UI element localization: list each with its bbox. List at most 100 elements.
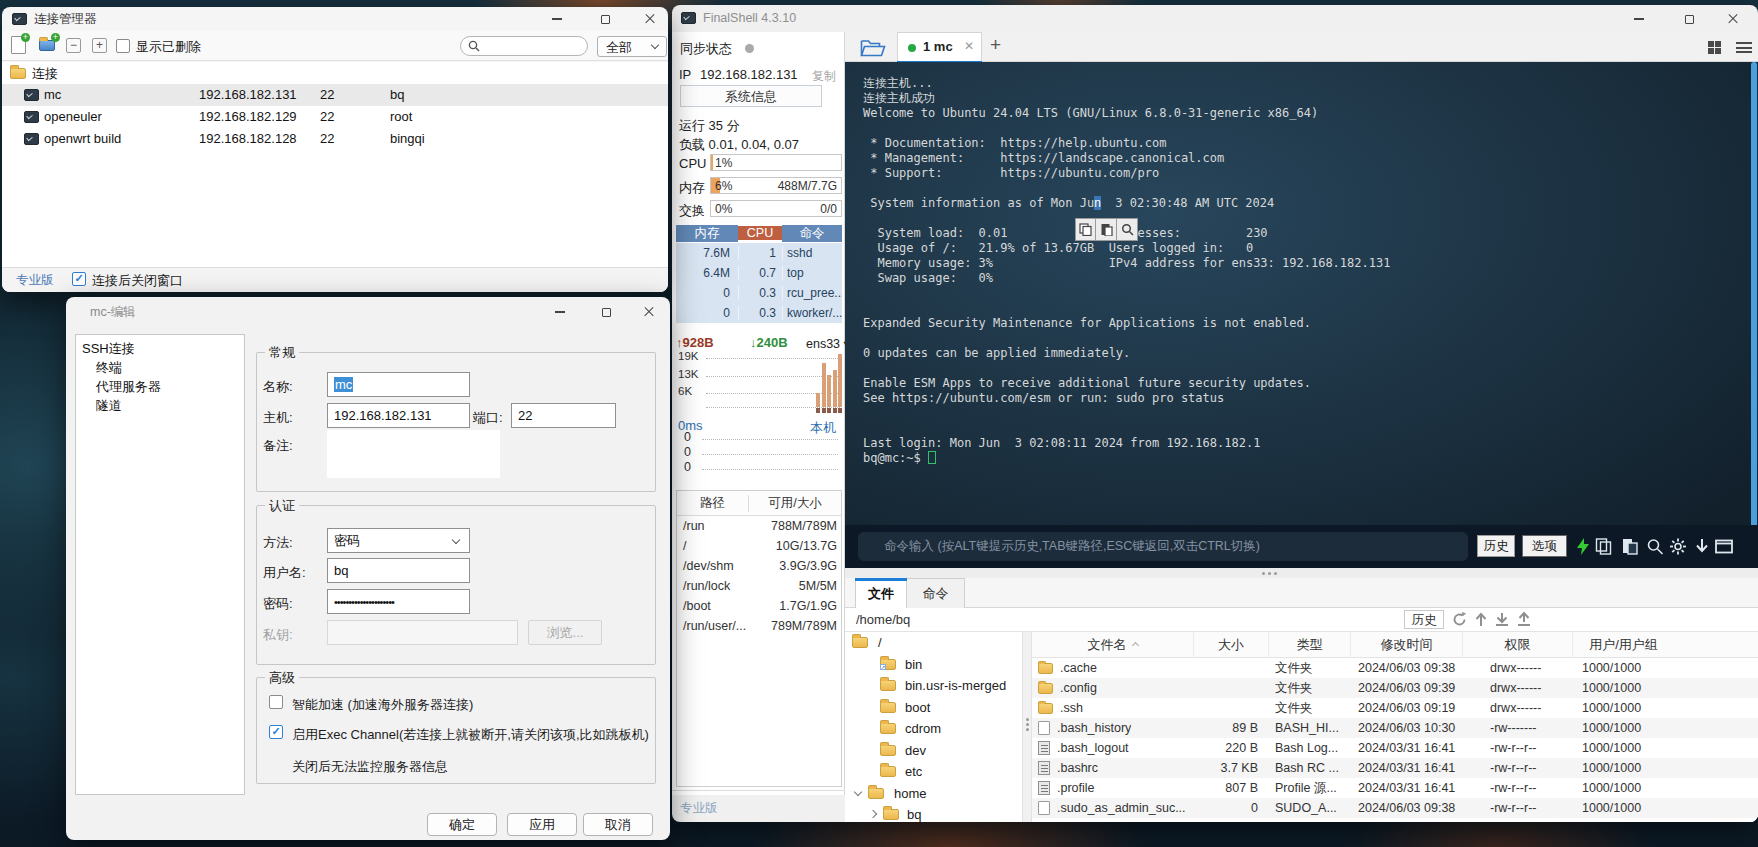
connection-row[interactable]: openwrt build192.168.182.12822bingqi	[2, 128, 668, 150]
disk-row[interactable]: /run/user/...789M/789M	[677, 616, 841, 636]
maximize-button[interactable]	[588, 7, 622, 31]
ok-button[interactable]: 确定	[427, 813, 497, 836]
history-button[interactable]: 历史	[1477, 535, 1515, 557]
file-column-header[interactable]: 类型	[1268, 632, 1350, 658]
maximize-button[interactable]	[1672, 7, 1706, 31]
up-level-icon[interactable]	[1475, 612, 1487, 627]
download-icon[interactable]	[1693, 538, 1711, 555]
file-row[interactable]: .bash_logout220 BBash Log...2024/03/31 1…	[1032, 738, 1758, 758]
expander-icon[interactable]	[854, 787, 862, 795]
terminal-scrollbar[interactable]	[1751, 62, 1757, 530]
file-row[interactable]: .ssh文件夹2024/06/03 09:19drwx------1000/10…	[1032, 698, 1758, 718]
expander-icon[interactable]	[869, 810, 877, 818]
tab-1-mc[interactable]: 1 mc ✕	[897, 32, 982, 62]
tree-item-binusrismerged[interactable]: bin.usr-is-merged	[845, 675, 1022, 697]
search-icon[interactable]	[1117, 218, 1138, 241]
expand-all-icon[interactable]: +	[92, 38, 107, 53]
upload-icon[interactable]	[1517, 612, 1531, 627]
collapse-all-icon[interactable]: −	[66, 38, 81, 53]
minimize-button[interactable]	[1622, 7, 1656, 31]
nav-item-1[interactable]: 终端	[76, 359, 244, 378]
apply-button[interactable]: 应用	[507, 813, 577, 836]
settings-gear-icon[interactable]	[1669, 538, 1687, 555]
file-column-header[interactable]: 权限	[1462, 632, 1572, 658]
accelerate-icon[interactable]	[1574, 538, 1592, 555]
command-input[interactable]: 命令输入 (按ALT键提示历史,TAB键路径,ESC键返回,双击CTRL切换)	[858, 532, 1468, 561]
tab-files[interactable]: 文件	[855, 578, 907, 608]
filter-dropdown[interactable]: 全部	[597, 36, 667, 57]
window-mode-icon[interactable]	[1715, 538, 1733, 555]
options-button[interactable]: 选项	[1522, 535, 1567, 557]
minimize-button[interactable]	[540, 7, 574, 31]
process-row[interactable]: 00.3rcu_pree...	[676, 283, 842, 303]
connection-row[interactable]: openeuler192.168.182.12922root	[2, 106, 668, 128]
process-row[interactable]: 6.4M0.7top	[676, 263, 842, 283]
port-input[interactable]: 22	[511, 403, 616, 428]
titlebar[interactable]: 连接管理器	[2, 7, 668, 31]
file-row[interactable]: .cache文件夹2024/06/03 09:38drwx------1000/…	[1032, 658, 1758, 678]
sync-status-label[interactable]: 同步状态	[680, 40, 732, 58]
connection-row[interactable]: mc192.168.182.13122bq	[2, 84, 668, 106]
show-deleted-checkbox[interactable]	[116, 39, 130, 53]
titlebar[interactable]: mc-编辑	[66, 297, 670, 325]
search-icon[interactable]	[1646, 538, 1664, 555]
tree-item-bq[interactable]: bq	[845, 804, 1022, 822]
tree-scrollbar[interactable]	[1022, 632, 1032, 822]
smart-accel-checkbox[interactable]	[269, 695, 283, 709]
paste-icon[interactable]	[1096, 218, 1117, 241]
terminal-area[interactable]: 连接主机... 连接主机成功 Welcome to Ubuntu 24.04 L…	[845, 62, 1758, 568]
tree-item-cdrom[interactable]: cdrom	[845, 718, 1022, 740]
disk-header-size[interactable]: 可用/大小	[749, 495, 841, 512]
close-button[interactable]	[632, 300, 666, 324]
cancel-button[interactable]: 取消	[583, 813, 653, 836]
disk-row[interactable]: /run/lock5M/5M	[677, 576, 841, 596]
disk-header-path[interactable]: 路径	[677, 495, 749, 512]
new-tab-button[interactable]: +	[990, 34, 1001, 56]
copy-ip-button[interactable]: 复制	[812, 68, 836, 85]
method-select[interactable]: 密码	[327, 528, 470, 553]
password-input[interactable]: •••••••••••••••••••••	[327, 589, 470, 614]
name-input[interactable]: mc	[327, 372, 470, 397]
copy-icon[interactable]	[1595, 538, 1613, 555]
file-row[interactable]: .bash_history89 BBASH_HI...2024/06/03 10…	[1032, 718, 1758, 738]
file-column-header[interactable]: 文件名	[1032, 632, 1193, 658]
nav-item-2[interactable]: 代理服务器	[76, 378, 244, 397]
process-row[interactable]: 00.3kworker/...	[676, 303, 842, 323]
disk-row[interactable]: /10G/13.7G	[677, 536, 841, 556]
browse-button[interactable]: 浏览...	[528, 620, 602, 645]
paste-icon[interactable]	[1621, 538, 1639, 555]
tree-item-boot[interactable]: boot	[845, 697, 1022, 719]
tree-item-bin[interactable]: ↗bin	[845, 654, 1022, 676]
file-row[interactable]: .sudo_as_admin_suc...0SUDO_A...2024/06/0…	[1032, 798, 1758, 818]
copy-icon[interactable]	[1075, 218, 1096, 241]
tree-item-dev[interactable]: dev	[845, 740, 1022, 762]
file-row[interactable]: .config文件夹2024/06/03 09:39drwx------1000…	[1032, 678, 1758, 698]
username-input[interactable]: bq	[327, 558, 470, 583]
nav-item-0[interactable]: SSH连接	[76, 340, 244, 359]
close-after-connect-checkbox[interactable]: ✓	[72, 272, 86, 286]
titlebar[interactable]: FinalShell 4.3.10	[672, 5, 1758, 32]
private-key-input[interactable]	[327, 620, 518, 645]
panel-splitter[interactable]	[845, 568, 1758, 578]
nav-item-3[interactable]: 隧道	[76, 397, 244, 416]
tree-item-home[interactable]: home	[845, 783, 1022, 805]
open-folder-icon[interactable]	[860, 38, 886, 57]
maximize-button[interactable]	[589, 300, 623, 324]
host-input[interactable]: 192.168.182.131	[327, 403, 470, 428]
path-value[interactable]: /home/bq	[856, 612, 910, 627]
tab-close-icon[interactable]: ✕	[964, 39, 974, 53]
disk-row[interactable]: /boot1.7G/1.9G	[677, 596, 841, 616]
file-column-header[interactable]: 修改时间	[1350, 632, 1462, 658]
process-row[interactable]: 7.6M1sshd	[676, 243, 842, 263]
close-button[interactable]	[1716, 7, 1750, 31]
tree-root-row[interactable]: 连接	[2, 62, 668, 84]
proc-header[interactable]: 内存	[676, 225, 738, 242]
file-column-header[interactable]: 大小	[1193, 632, 1268, 658]
tab-commands[interactable]: 命令	[907, 578, 965, 608]
proc-header[interactable]: CPU	[738, 226, 782, 240]
remark-textarea[interactable]	[327, 430, 500, 478]
file-row[interactable]: .profile807 BProfile 源...2024/03/31 16:4…	[1032, 778, 1758, 798]
tree-item-[interactable]: /	[845, 632, 1022, 654]
layout-grid-icon[interactable]	[1708, 41, 1721, 54]
sysinfo-button[interactable]: 系统信息	[680, 85, 822, 107]
